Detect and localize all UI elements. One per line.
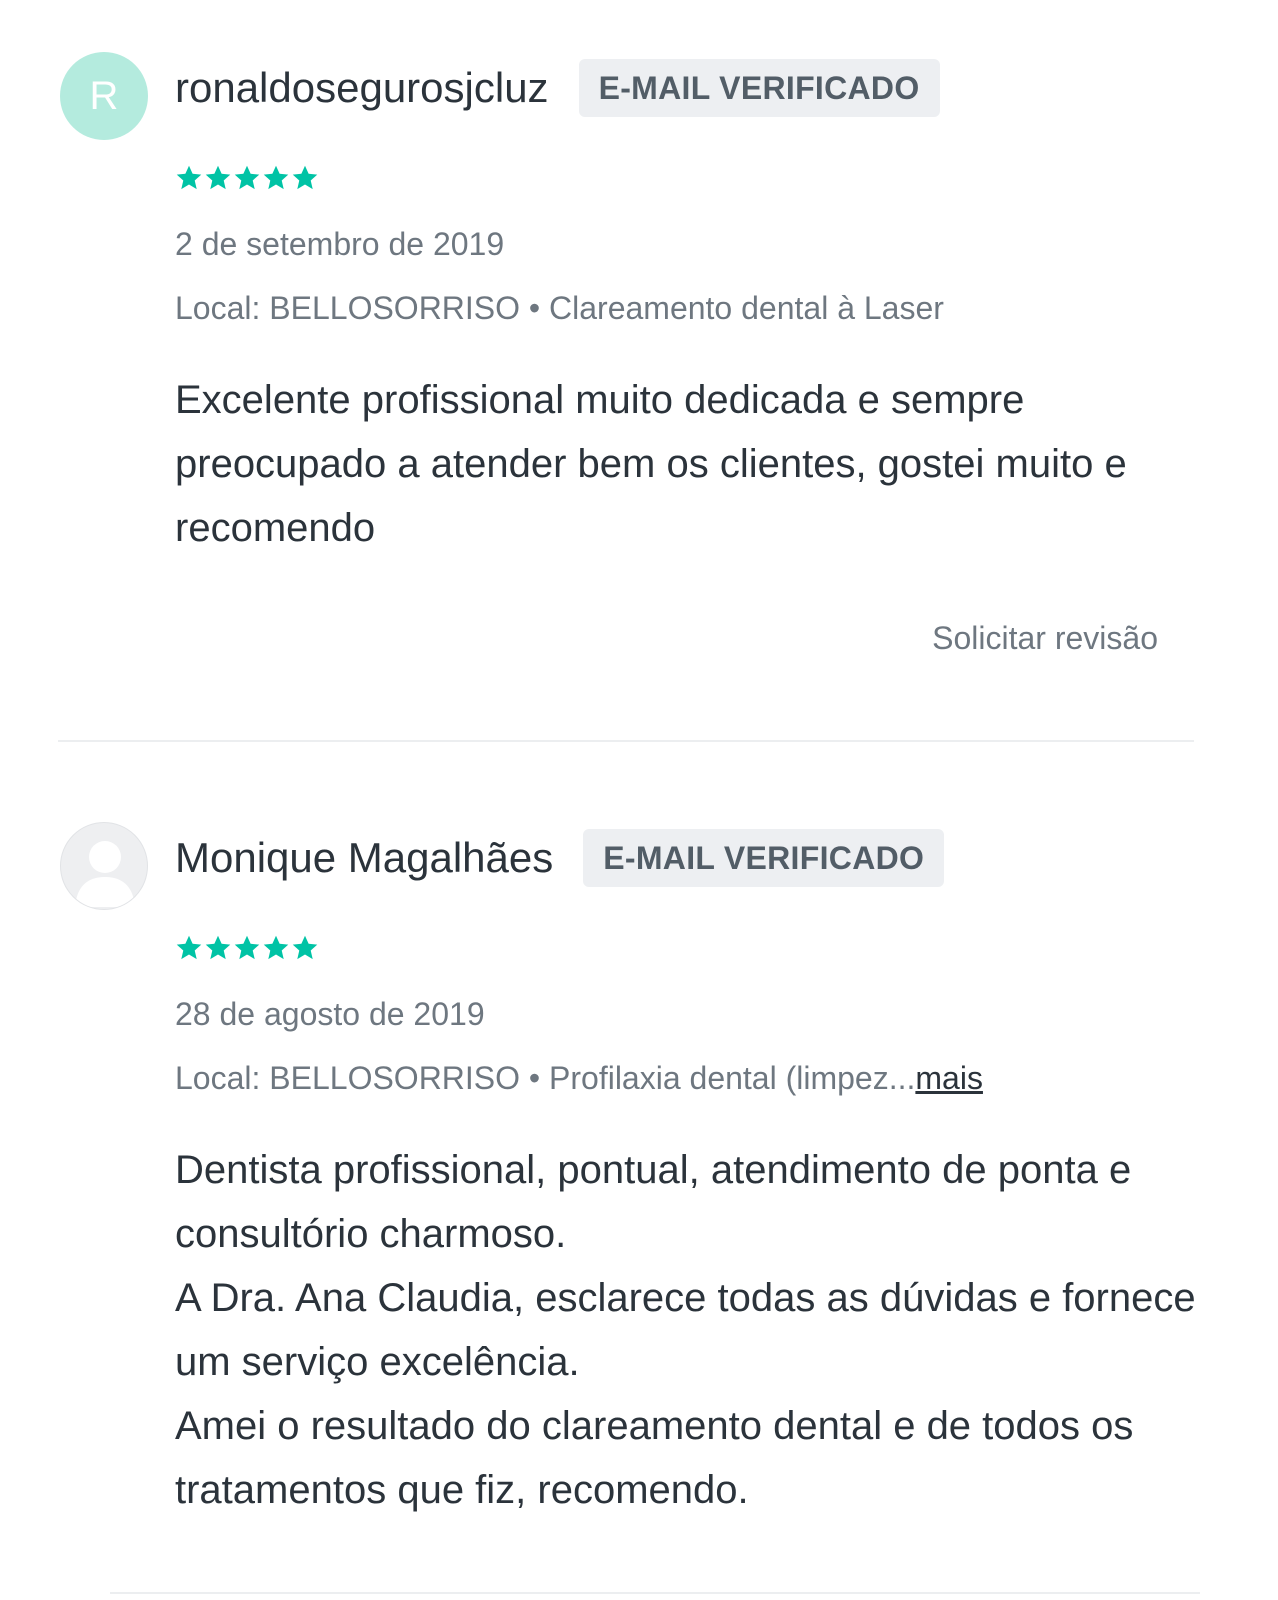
reviewer-name[interactable]: ronaldosegurosjcluz [175,58,549,118]
location-label: Local: BELLOSORRISO [175,290,521,326]
bullet-separator: • [520,290,550,326]
review-date: 2 de setembro de 2019 [175,226,505,262]
request-review-link[interactable]: Solicitar revisão [932,618,1158,658]
user-avatar[interactable]: R [60,52,148,140]
service-name: Profilaxia dental (limpez... [549,1060,916,1096]
review-paragraph: Amei o resultado do clareamento dental e… [175,1404,1134,1512]
star-rating [175,934,319,962]
more-link[interactable]: mais [915,1060,983,1096]
star-rating [175,164,319,192]
star-icon [176,165,202,190]
user-silhouette-icon [75,841,135,907]
reviewer-name[interactable]: Monique Magalhães [175,828,553,888]
star-icon [263,165,289,190]
review-location: Local: BELLOSORRISO • Profilaxia dental … [175,1058,983,1098]
review-header: ronaldosegurosjcluz E-MAIL VERIFICADO [175,58,940,118]
review-date: 28 de agosto de 2019 [175,996,485,1032]
star-icon [234,165,260,190]
review-divider [110,1592,1200,1594]
review-divider [58,740,1194,742]
star-icon [176,935,202,960]
review-header: Monique Magalhães E-MAIL VERIFICADO [175,828,945,888]
star-icon [234,935,260,960]
default-user-icon[interactable] [60,822,148,910]
review-location: Local: BELLOSORRISO • Clareamento dental… [175,288,944,328]
location-label: Local: BELLOSORRISO [175,1060,521,1096]
review-paragraph: Excelente profissional muito dedicada e … [175,378,1127,550]
verified-email-badge: E-MAIL VERIFICADO [583,829,945,887]
star-icon [205,935,231,960]
service-name: Clareamento dental à Laser [549,290,944,326]
review-text: Excelente profissional muito dedicada e … [175,368,1215,560]
star-icon [205,165,231,190]
star-icon [263,935,289,960]
review-paragraph: Dentista profissional, pontual, atendime… [175,1148,1132,1256]
verified-email-badge: E-MAIL VERIFICADO [578,59,940,117]
bullet-separator: • [520,1060,550,1096]
star-icon [292,935,318,960]
star-icon [292,165,318,190]
review-text: Dentista profissional, pontual, atendime… [175,1138,1215,1522]
review-paragraph: A Dra. Ana Claudia, esclarece todas as d… [175,1276,1196,1384]
